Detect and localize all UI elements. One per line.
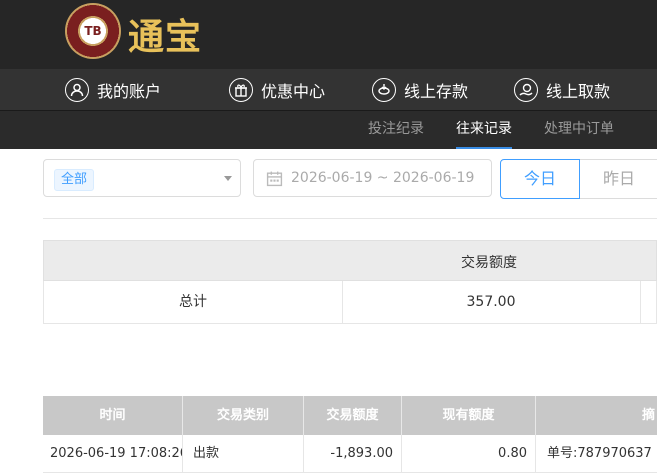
calendar-icon	[266, 171, 283, 186]
table-cell: -1,893.00	[304, 435, 402, 473]
table-cell: 出款	[183, 435, 304, 473]
selected-type-tag: 全部	[54, 169, 95, 191]
nav-online-deposit[interactable]: 线上存款	[372, 69, 468, 110]
tab-transaction-records[interactable]: 往来记录	[456, 111, 512, 149]
summary-total-value: 357.00	[342, 281, 641, 323]
table-cell: 单号:787970637	[536, 435, 657, 473]
nav-label: 线上取款	[546, 81, 611, 101]
table-cell: 2026-06-19 17:08:26	[43, 435, 183, 473]
date-range-picker[interactable]: 2026-06-19 ~ 2026-06-19	[253, 159, 492, 197]
deposit-icon	[372, 77, 396, 102]
nav-my-account[interactable]: 我的账户	[65, 69, 161, 110]
nav-label: 我的账户	[97, 81, 162, 101]
col-header-balance: 现有额度	[402, 396, 536, 435]
yesterday-button[interactable]: 昨日	[580, 159, 657, 199]
divider	[43, 218, 657, 219]
caret-down-icon	[224, 176, 232, 181]
tab-pending-orders[interactable]: 处理中订单	[544, 111, 614, 149]
logo-badge-text: TB	[84, 24, 102, 38]
summary-row: 总计 357.00	[43, 281, 657, 324]
tab-bet-records[interactable]: 投注纪录	[368, 111, 424, 149]
col-header-time: 时间	[43, 396, 183, 435]
summary-header-label: 交易额度	[461, 255, 517, 271]
main-nav: 我的账户 优惠中心 线上存款 线上取款	[0, 69, 657, 111]
table-cell: 0.80	[402, 435, 536, 473]
summary-header: 交易额度	[43, 240, 657, 281]
nav-promotions[interactable]: 优惠中心	[229, 69, 325, 110]
col-header-type: 交易类别	[183, 396, 304, 435]
today-button[interactable]: 今日	[500, 159, 580, 199]
sub-nav: 投注纪录 往来记录 处理中订单	[0, 111, 657, 149]
col-header-amount: 交易额度	[304, 396, 402, 435]
withdraw-icon	[514, 77, 538, 102]
summary-total-label: 总计	[44, 281, 343, 323]
summary-table: 交易额度 总计 357.00	[43, 240, 657, 324]
date-range-text: 2026-06-19 ~ 2026-06-19	[291, 170, 475, 186]
logo-text[interactable]: 通宝	[128, 8, 202, 60]
nav-online-withdraw[interactable]: 线上取款	[514, 69, 610, 110]
transaction-type-select[interactable]: 全部	[43, 159, 241, 197]
nav-label: 线上存款	[404, 81, 469, 101]
top-header: TB 通宝	[0, 0, 657, 69]
user-icon	[65, 77, 89, 102]
col-header-summary: 摘	[536, 396, 657, 435]
nav-label: 优惠中心	[261, 81, 326, 101]
gift-icon	[229, 77, 253, 102]
logo-badge[interactable]: TB	[65, 3, 121, 59]
